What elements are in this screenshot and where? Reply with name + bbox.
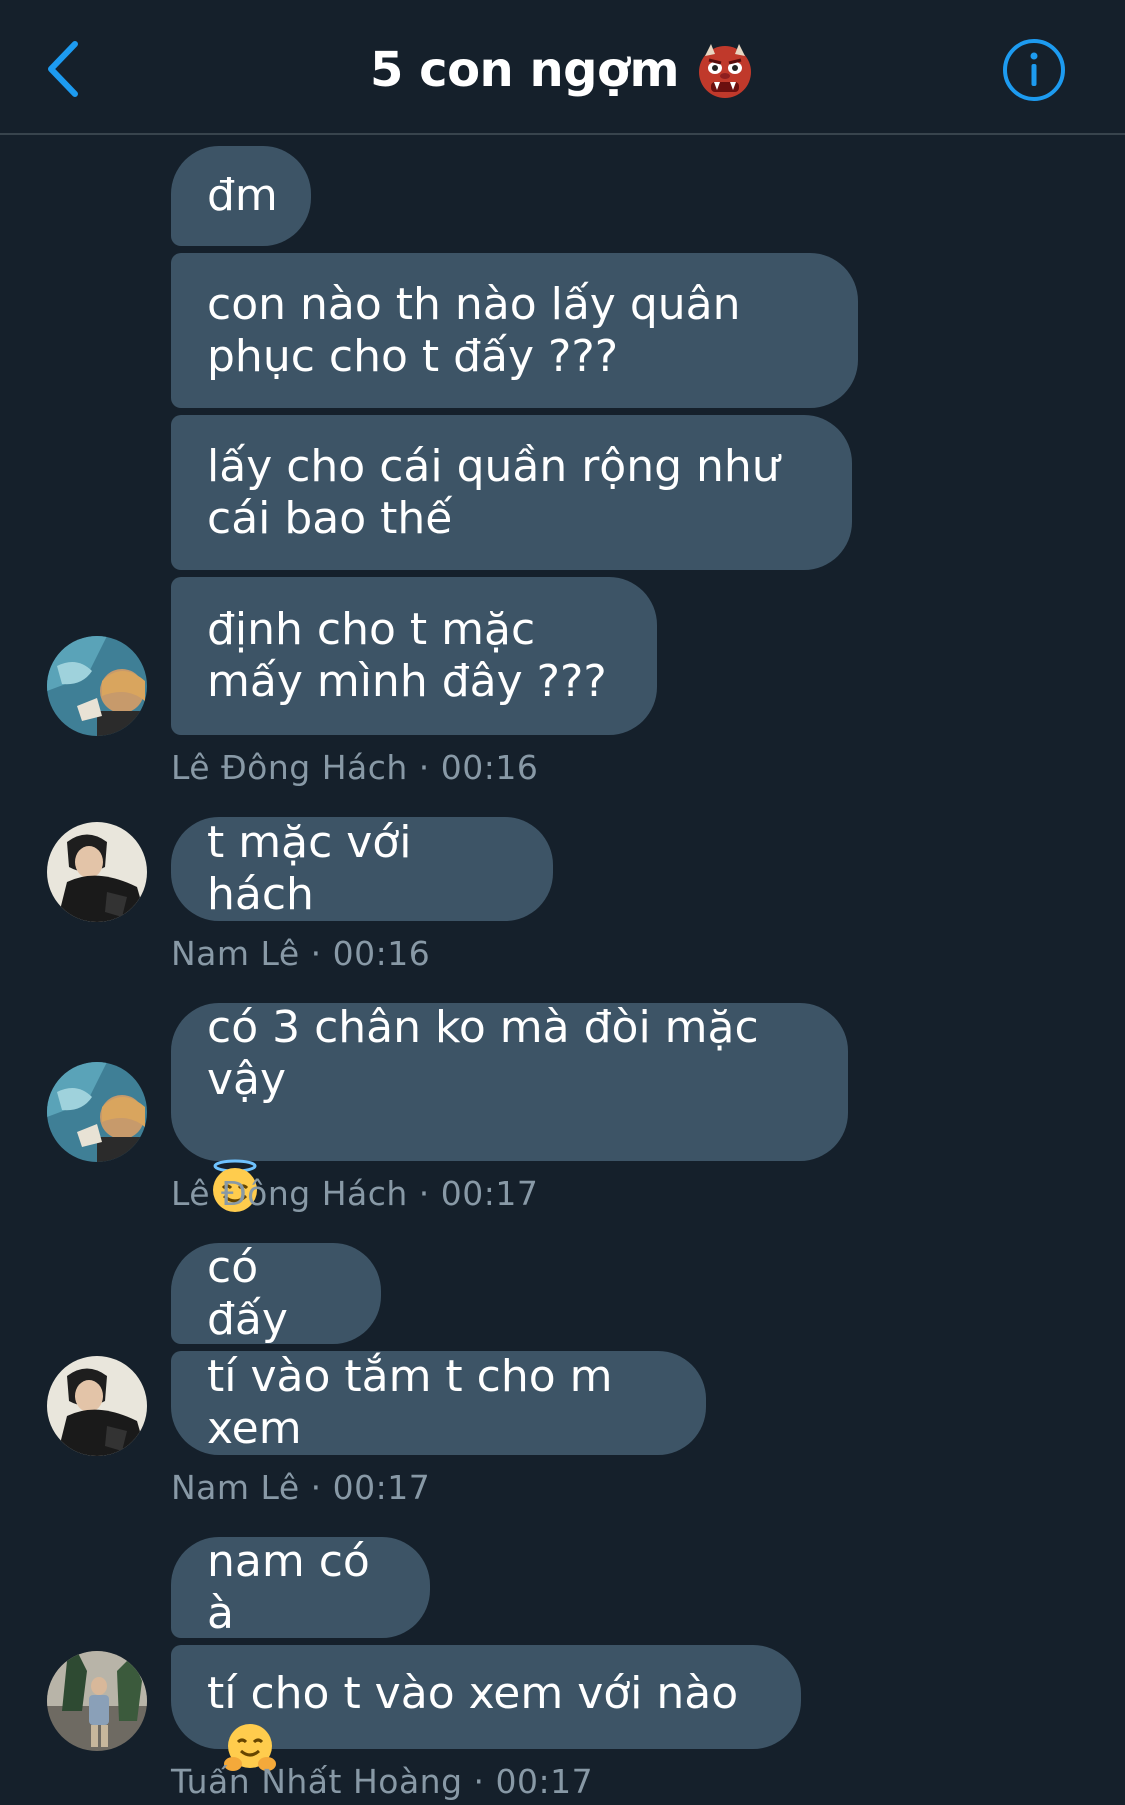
message-text: tí vào tắm t cho m xem: [207, 1351, 613, 1454]
message-bubble[interactable]: có 3 chân ko mà đòi mặc vậy: [171, 1002, 848, 1212]
message-text: tí cho t vào xem với nào: [207, 1616, 738, 1778]
message-bubble[interactable]: lấy cho cái quần rộng như cái bao thế: [171, 415, 852, 570]
message-meta: Lê Đông Hách · 00:17: [171, 1174, 539, 1213]
message-text-content: có 3 chân ko mà đòi mặc vậy: [207, 1002, 759, 1105]
dm-conversation-screen: 5 con ngợm đm con nào th nào lấy quân ph…: [0, 0, 1125, 1805]
avatar-nam-le[interactable]: [47, 1356, 147, 1456]
message-bubble[interactable]: tí cho t vào xem với nào: [171, 1645, 801, 1771]
message-text: đm: [207, 170, 278, 221]
ogre-emoji-icon: [698, 43, 751, 98]
message-meta: Tuấn Nhất Hoàng · 00:17: [171, 1762, 594, 1801]
conversation-title: 5 con ngợm: [370, 41, 679, 98]
avatar-photo-icon: [47, 1651, 147, 1751]
message-meta: Nam Lê · 00:17: [171, 1468, 431, 1507]
message-bubble[interactable]: t mặc với hách: [171, 817, 553, 921]
conversation-header: 5 con ngợm: [0, 0, 1125, 135]
avatar-photo-icon: [47, 822, 147, 922]
message-text: t mặc với hách: [207, 817, 412, 920]
message-text: lấy cho cái quần rộng như cái bao thế: [207, 440, 780, 544]
message-text-content: tí cho t vào xem với nào: [207, 1668, 739, 1719]
message-bubble[interactable]: định cho t mặc mấy mình đây ???: [171, 577, 657, 735]
avatar-photo-icon: [47, 1356, 147, 1456]
avatar-le-dong-hach[interactable]: [47, 1062, 147, 1162]
message-bubble[interactable]: con nào th nào lấy quân phục cho t đấy ?…: [171, 253, 858, 408]
message-meta: Lê Đông Hách · 00:16: [171, 748, 539, 787]
avatar-photo-icon: [47, 636, 147, 736]
info-circle-icon: [1003, 39, 1065, 101]
avatar-nam-le[interactable]: [47, 822, 147, 922]
conversation-title-area[interactable]: 5 con ngợm: [0, 32, 1125, 107]
message-text: định cho t mặc mấy mình đây ???: [207, 604, 607, 707]
info-button[interactable]: [1002, 38, 1066, 102]
avatar-tuan-nhat-hoang[interactable]: [47, 1651, 147, 1751]
avatar-le-dong-hach[interactable]: [47, 636, 147, 736]
message-text: con nào th nào lấy quân phục cho t đấy ?…: [207, 278, 741, 382]
message-text: có đấy: [207, 1241, 288, 1345]
message-bubble[interactable]: đm: [171, 146, 311, 246]
avatar-photo-icon: [47, 1062, 147, 1162]
message-bubble[interactable]: tí vào tắm t cho m xem: [171, 1351, 706, 1455]
message-bubble[interactable]: có đấy: [171, 1241, 381, 1345]
